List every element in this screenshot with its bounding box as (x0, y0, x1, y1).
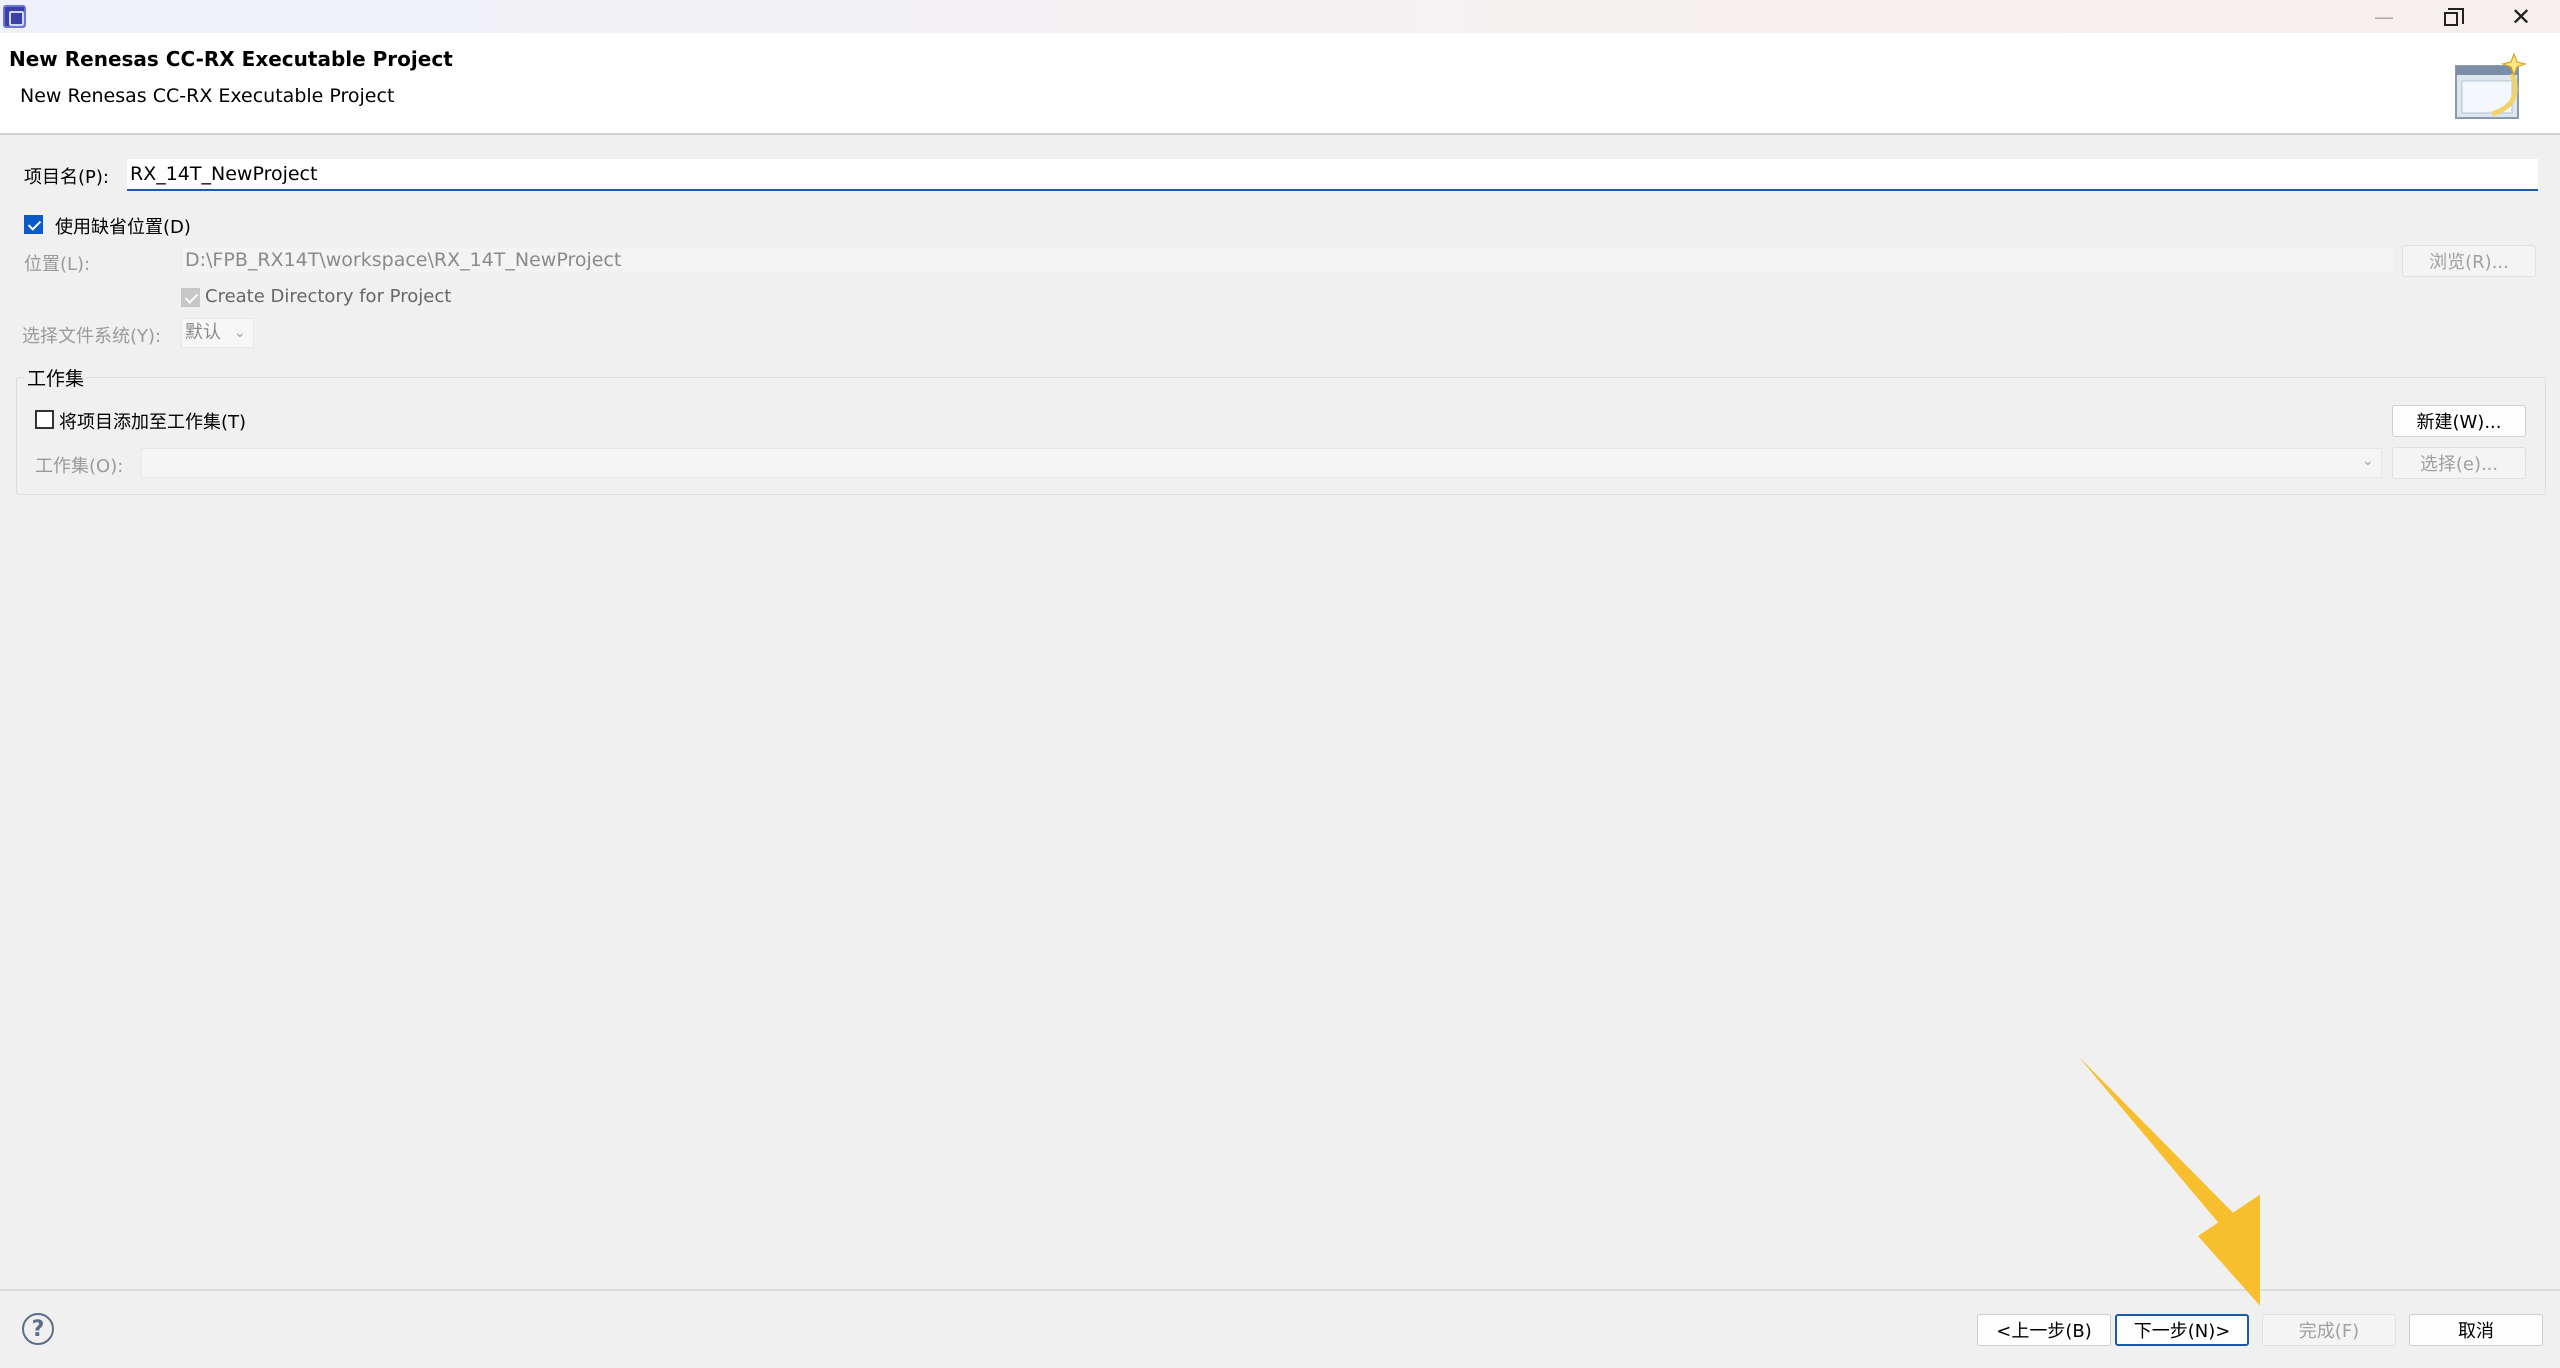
use-default-location-label[interactable]: 使用缺省位置(D) (55, 213, 191, 239)
select-working-set-button[interactable]: 选择(e)... (2392, 447, 2526, 479)
chevron-down-icon: ⌄ (234, 325, 246, 341)
wizard-description: New Renesas CC-RX Executable Project (20, 85, 395, 107)
working-sets-label: 工作集(O): (35, 456, 124, 477)
wizard-header: New Renesas CC-RX Executable Project New… (0, 33, 2560, 135)
working-sets-combo[interactable] (141, 448, 2382, 478)
chevron-down-icon: ⌄ (2362, 453, 2374, 469)
create-directory-checkbox[interactable] (181, 288, 200, 307)
close-button[interactable]: ✕ (2486, 0, 2556, 33)
window-titlebar: — ✕ (0, 0, 2560, 33)
use-default-location-checkbox[interactable] (24, 215, 43, 234)
renesas-app-icon (3, 5, 26, 28)
filesystem-label: 选择文件系统(Y): (22, 326, 162, 347)
working-set-group-title: 工作集 (25, 364, 87, 391)
filesystem-value: 默认 (185, 322, 221, 343)
help-icon[interactable]: ? (22, 1313, 54, 1345)
yellow-arrow-annotation (2078, 1056, 2260, 1306)
back-button[interactable]: <上一步(B) (1977, 1314, 2111, 1346)
new-working-set-button[interactable]: 新建(W)... (2392, 405, 2526, 437)
finish-button[interactable]: 完成(F) (2262, 1314, 2396, 1346)
cancel-button[interactable]: 取消 (2409, 1314, 2543, 1346)
add-to-working-set-checkbox[interactable] (35, 410, 54, 429)
location-input[interactable]: D:\FPB_RX14T\workspace\RX_14T_NewProject (181, 246, 2396, 274)
location-label: 位置(L): (24, 254, 91, 275)
add-to-working-set-label[interactable]: 将项目添加至工作集(T) (59, 408, 246, 434)
browse-button[interactable]: 浏览(R)... (2402, 245, 2536, 277)
create-directory-label: Create Directory for Project (205, 286, 452, 307)
project-name-input[interactable]: RX_14T_NewProject (127, 159, 2538, 191)
new-project-wizard-icon (2455, 52, 2528, 119)
wizard-title: New Renesas CC-RX Executable Project (9, 47, 453, 71)
next-button[interactable]: 下一步(N)> (2115, 1314, 2249, 1346)
minimize-button[interactable]: — (2349, 0, 2419, 33)
project-name-label: 项目名(P): (24, 167, 109, 188)
restore-icon (2444, 7, 2464, 26)
maximize-button[interactable] (2416, 0, 2486, 33)
